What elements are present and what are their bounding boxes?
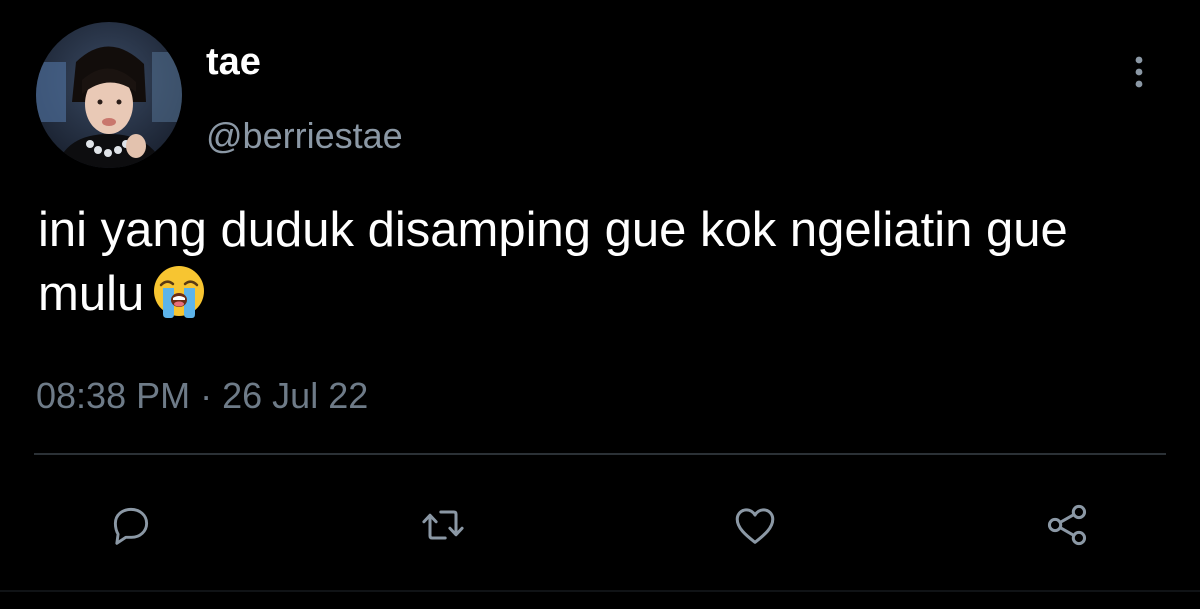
user-handle[interactable]: @berriestae <box>206 114 403 158</box>
avatar-image <box>36 22 182 168</box>
retweet-button[interactable] <box>408 490 478 560</box>
reply-button[interactable] <box>96 490 166 560</box>
loudly-crying-face-icon <box>150 262 208 320</box>
avatar[interactable] <box>36 22 182 168</box>
tweet-timestamp[interactable]: 08:38 PM · 26 Jul 22 <box>36 374 368 418</box>
heart-icon <box>735 508 775 544</box>
display-name[interactable]: tae <box>206 40 261 84</box>
divider <box>34 453 1166 455</box>
timestamp-separator: · <box>200 375 213 416</box>
action-bar <box>0 490 1200 560</box>
reply-icon <box>113 507 149 545</box>
bottom-divider <box>0 590 1200 592</box>
tweet-date: 26 Jul 22 <box>222 375 369 416</box>
retweet-icon <box>422 510 464 540</box>
tweet-time: 08:38 PM <box>36 375 191 416</box>
like-button[interactable] <box>720 490 790 560</box>
more-options-button[interactable] <box>1124 52 1154 92</box>
tweet-text: ini yang duduk disamping gue kok ngeliat… <box>38 198 1168 326</box>
vertical-dots-icon <box>1135 56 1143 88</box>
tweet-card: tae @berriestae ini yang duduk disamping… <box>0 0 1200 609</box>
share-icon <box>1047 504 1087 546</box>
share-button[interactable] <box>1032 490 1102 560</box>
